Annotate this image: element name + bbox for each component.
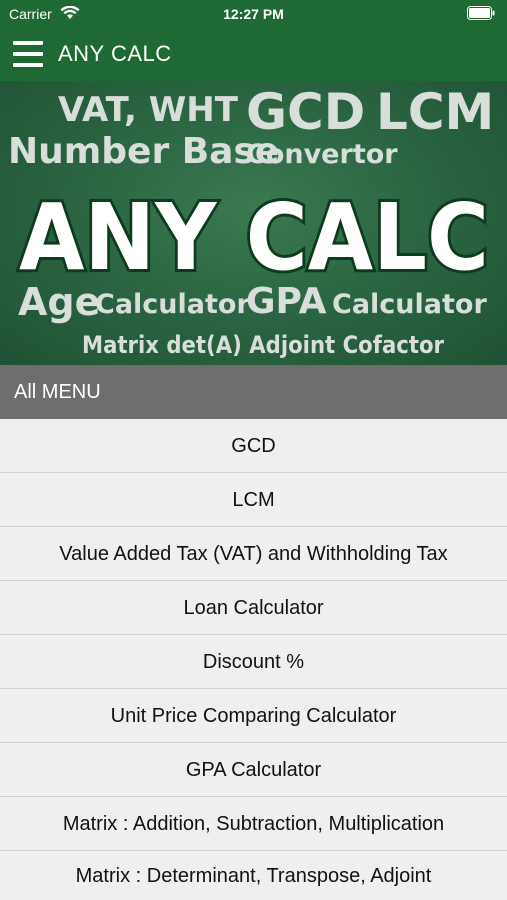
banner-age-calculator: Calculator bbox=[95, 289, 250, 320]
banner-gpa-calculator: Calculator bbox=[332, 289, 487, 320]
clock: 12:27 PM bbox=[223, 6, 284, 22]
app-bar: ANY CALC bbox=[0, 28, 507, 81]
banner-headline: ANY CALC bbox=[19, 184, 489, 291]
menu-item-gcd[interactable]: GCD bbox=[0, 419, 507, 473]
battery-icon bbox=[467, 6, 495, 20]
banner-convertor: Convertor bbox=[246, 139, 398, 170]
menu-item-gpa-calculator[interactable]: GPA Calculator bbox=[0, 743, 507, 797]
menu-item-discount[interactable]: Discount % bbox=[0, 635, 507, 689]
all-menu-label: All MENU bbox=[14, 381, 101, 403]
all-menu-header: All MENU bbox=[0, 365, 507, 419]
status-bar: Carrier 12:27 PM bbox=[0, 0, 507, 28]
banner-number-base: Number Base bbox=[8, 131, 279, 172]
banner-image: VAT, WHT GCD LCM Number Base Convertor A… bbox=[0, 81, 507, 365]
menu-list: GCD LCM Value Added Tax (VAT) and Withho… bbox=[0, 419, 507, 900]
menu-item-lcm[interactable]: LCM bbox=[0, 473, 507, 527]
menu-item-vat-wht[interactable]: Value Added Tax (VAT) and Withholding Ta… bbox=[0, 527, 507, 581]
banner-gpa: GPA bbox=[246, 281, 327, 322]
app-title: ANY CALC bbox=[58, 41, 172, 66]
menu-item-matrix-arithmetic[interactable]: Matrix : Addition, Subtraction, Multipli… bbox=[0, 797, 507, 851]
menu-item-loan-calculator[interactable]: Loan Calculator bbox=[0, 581, 507, 635]
menu-item-matrix-determinant[interactable]: Matrix : Determinant, Transpose, Adjoint bbox=[0, 851, 507, 900]
banner-age: Age bbox=[18, 280, 100, 324]
hamburger-menu-icon[interactable] bbox=[13, 39, 45, 69]
banner-vat-wht: VAT, WHT bbox=[58, 90, 239, 130]
banner-matrix: Matrix det(A) Adjoint Cofactor bbox=[82, 331, 444, 359]
banner-lcm: LCM bbox=[376, 83, 494, 141]
menu-item-unit-price[interactable]: Unit Price Comparing Calculator bbox=[0, 689, 507, 743]
